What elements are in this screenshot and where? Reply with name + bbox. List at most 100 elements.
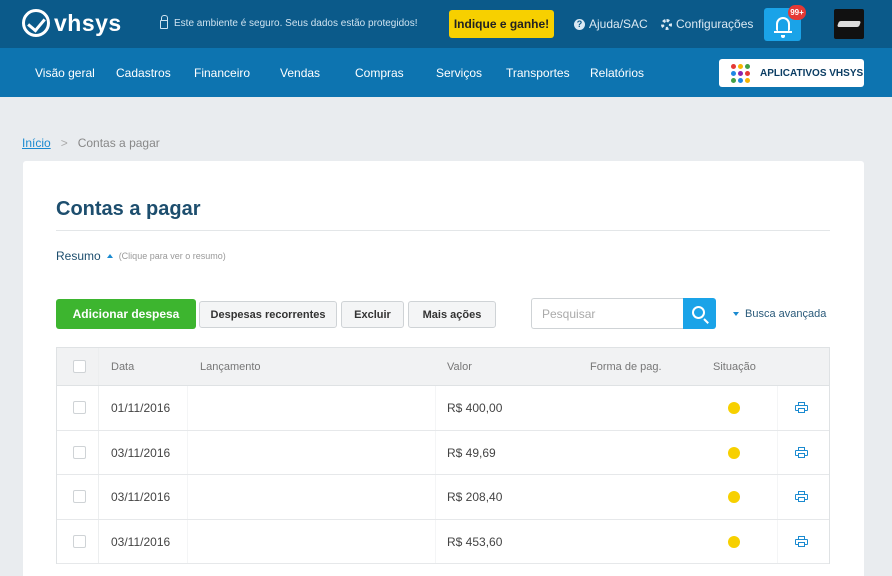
header-valor[interactable]: Valor bbox=[447, 361, 472, 373]
security-text: Este ambiente é seguro. Seus dados estão… bbox=[174, 17, 418, 29]
bell-icon bbox=[773, 16, 792, 38]
main-nav: Visão geral Cadastros Financeiro Vendas … bbox=[0, 48, 892, 97]
column-divider bbox=[98, 348, 99, 385]
apps-dot bbox=[738, 63, 743, 69]
advanced-search-link[interactable]: Busca avançada bbox=[733, 308, 826, 320]
column-divider bbox=[98, 430, 99, 474]
column-divider bbox=[187, 519, 188, 563]
checkmark-logo-icon bbox=[22, 9, 50, 37]
cell-date: 01/11/2016 bbox=[111, 401, 171, 415]
logo[interactable]: vhsys bbox=[22, 9, 122, 37]
header-forma-pag[interactable]: Forma de pag. bbox=[590, 361, 662, 373]
breadcrumb: Início > Contas a pagar bbox=[22, 136, 160, 150]
nav-item-compras[interactable]: Compras bbox=[355, 66, 404, 80]
cell-valor: R$ 49,69 bbox=[447, 445, 496, 460]
avatar-logo-icon bbox=[836, 21, 862, 27]
row-checkbox[interactable] bbox=[73, 534, 86, 548]
advanced-search-label: Busca avançada bbox=[745, 308, 827, 320]
avatar[interactable] bbox=[834, 9, 864, 39]
table-row[interactable]: 03/11/2016 R$ 49,69 bbox=[57, 430, 829, 475]
cell-date: 03/11/2016 bbox=[111, 445, 171, 460]
nav-item-transportes[interactable]: Transportes bbox=[506, 66, 570, 80]
printer-icon[interactable] bbox=[795, 446, 808, 458]
content-card: Contas a pagar Resumo (Clique para ver o… bbox=[23, 161, 864, 576]
help-icon: ? bbox=[574, 18, 585, 30]
logo-text: vhsys bbox=[54, 9, 122, 36]
header-situacao[interactable]: Situação bbox=[713, 361, 756, 373]
column-divider bbox=[435, 475, 436, 519]
column-divider bbox=[98, 519, 99, 563]
column-divider bbox=[98, 475, 99, 519]
search-icon bbox=[691, 305, 705, 319]
cell-date: 03/11/2016 bbox=[111, 534, 171, 549]
apps-button[interactable]: APLICATIVOS VHSYS bbox=[719, 59, 864, 87]
indique-button[interactable]: Indique e ganhe! bbox=[449, 10, 554, 38]
apps-dot bbox=[731, 70, 736, 76]
nav-item-cadastros[interactable]: Cadastros bbox=[116, 66, 171, 80]
recurring-expenses-button[interactable]: Despesas recorrentes bbox=[199, 301, 337, 328]
table-row[interactable]: 03/11/2016 R$ 453,60 bbox=[57, 519, 829, 564]
table-row[interactable]: 01/11/2016 R$ 400,00 bbox=[57, 386, 829, 431]
column-divider bbox=[777, 475, 778, 519]
column-divider bbox=[435, 386, 436, 430]
nav-item-visao-geral[interactable]: Visão geral bbox=[35, 66, 95, 80]
apps-dot bbox=[745, 63, 750, 69]
settings-label: Configurações bbox=[676, 17, 754, 31]
gear-icon bbox=[661, 18, 672, 30]
cell-valor: R$ 453,60 bbox=[447, 534, 503, 549]
apps-dot bbox=[745, 70, 750, 76]
select-all-checkbox[interactable] bbox=[73, 360, 86, 373]
more-actions-button[interactable]: Mais ações bbox=[408, 301, 496, 328]
printer-icon[interactable] bbox=[795, 491, 808, 502]
apps-dot bbox=[738, 70, 743, 76]
top-bar: vhsys Este ambiente é seguro. Seus dados… bbox=[0, 0, 892, 48]
breadcrumb-home[interactable]: Início bbox=[22, 136, 51, 150]
table-header: Data Lançamento Valor Forma de pag. Situ… bbox=[57, 348, 829, 386]
search-button[interactable] bbox=[683, 298, 716, 329]
apps-dot bbox=[731, 63, 736, 69]
column-divider bbox=[187, 475, 188, 519]
column-divider bbox=[187, 386, 188, 430]
nav-item-relatorios[interactable]: Relatórios bbox=[590, 66, 644, 80]
caret-up-icon bbox=[106, 254, 113, 258]
lock-icon bbox=[160, 15, 168, 29]
row-checkbox[interactable] bbox=[73, 445, 86, 459]
delete-button[interactable]: Excluir bbox=[341, 301, 404, 328]
header-data[interactable]: Data bbox=[111, 361, 134, 373]
printer-icon[interactable] bbox=[795, 402, 808, 413]
cell-date: 03/11/2016 bbox=[111, 490, 171, 504]
status-dot-icon bbox=[728, 446, 740, 459]
status-dot-icon bbox=[728, 402, 740, 414]
security-notice: Este ambiente é seguro. Seus dados estão… bbox=[160, 15, 418, 29]
cell-valor: R$ 208,40 bbox=[447, 490, 503, 504]
header-lancamento[interactable]: Lançamento bbox=[200, 361, 261, 373]
apps-dot bbox=[738, 77, 743, 83]
caret-down-icon bbox=[733, 312, 739, 316]
row-checkbox[interactable] bbox=[73, 490, 86, 503]
expenses-table: Data Lançamento Valor Forma de pag. Situ… bbox=[56, 347, 830, 564]
table-row[interactable]: 03/11/2016 R$ 208,40 bbox=[57, 475, 829, 520]
apps-dot bbox=[731, 77, 736, 83]
settings-link[interactable]: Configurações bbox=[661, 17, 753, 31]
page-title: Contas a pagar bbox=[56, 198, 201, 220]
resumo-toggle[interactable]: Resumo (Clique para ver o resumo) bbox=[56, 249, 226, 263]
search-input[interactable]: Pesquisar bbox=[531, 298, 683, 329]
title-divider bbox=[56, 230, 830, 231]
help-link[interactable]: ? Ajuda/SAC bbox=[574, 17, 648, 31]
column-divider bbox=[187, 430, 188, 474]
nav-item-financeiro[interactable]: Financeiro bbox=[194, 66, 250, 80]
add-expense-button[interactable]: Adicionar despesa bbox=[56, 299, 196, 329]
resumo-label: Resumo bbox=[56, 249, 101, 263]
nav-item-vendas[interactable]: Vendas bbox=[280, 66, 320, 80]
nav-item-servicos[interactable]: Serviços bbox=[436, 66, 482, 80]
apps-grid-icon bbox=[731, 63, 750, 83]
status-dot-icon bbox=[728, 491, 740, 503]
row-checkbox[interactable] bbox=[73, 401, 86, 414]
column-divider bbox=[777, 386, 778, 430]
notifications-badge: 99+ bbox=[788, 5, 806, 20]
cell-valor: R$ 400,00 bbox=[447, 401, 503, 415]
column-divider bbox=[777, 519, 778, 563]
column-divider bbox=[777, 430, 778, 474]
apps-dot bbox=[745, 77, 750, 83]
printer-icon[interactable] bbox=[795, 535, 808, 547]
